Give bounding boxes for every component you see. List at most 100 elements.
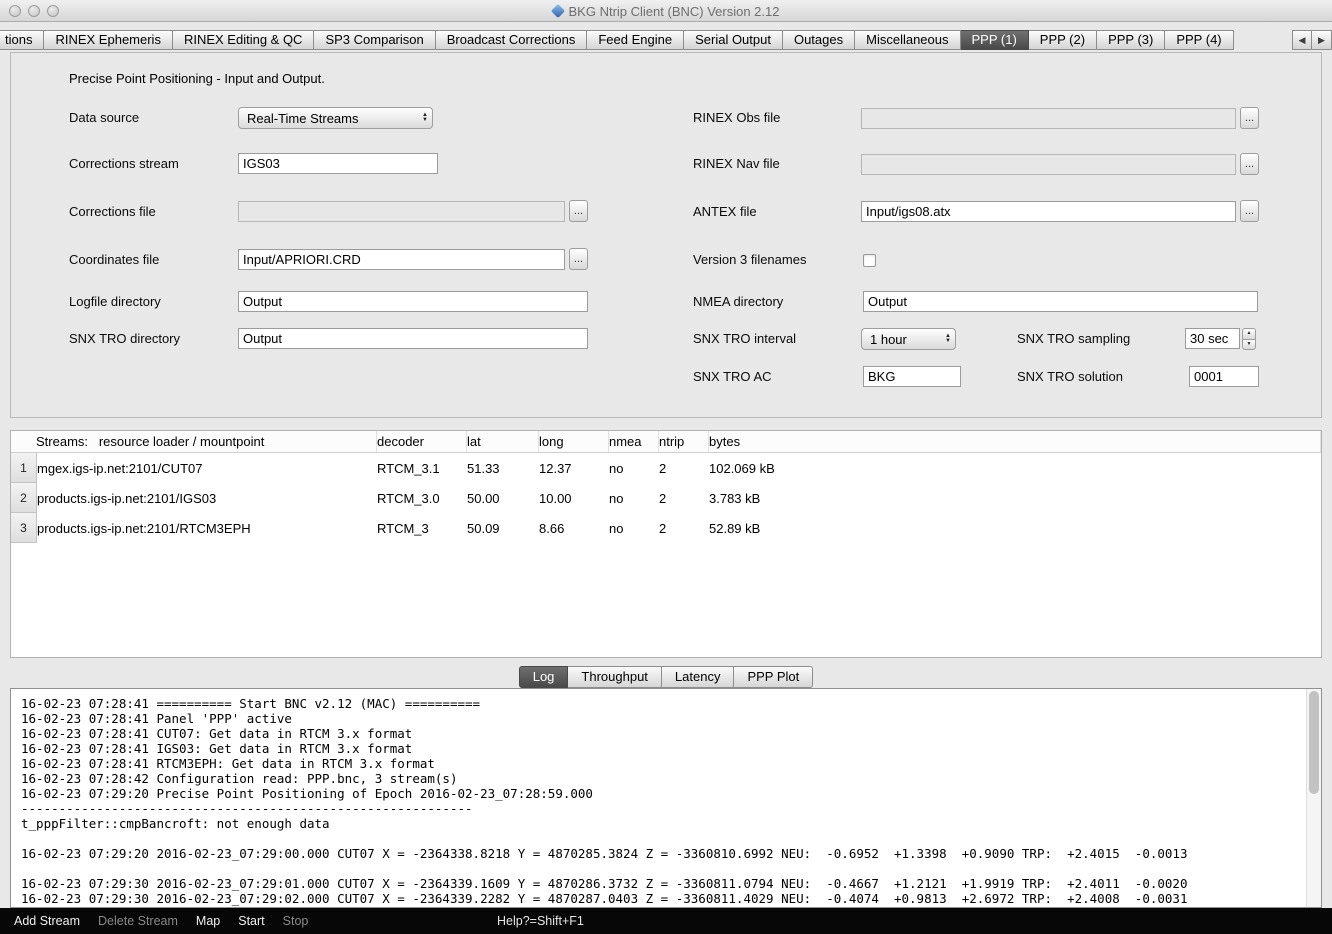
tab-ppp-4[interactable]: PPP (4) — [1165, 30, 1233, 50]
tab-outages[interactable]: Outages — [783, 30, 855, 50]
rinex-nav-browse-button[interactable]: ... — [1240, 153, 1259, 175]
header-mountpoint: Streams: resource loader / mountpoint — [11, 431, 377, 452]
minimize-button[interactable] — [28, 5, 40, 17]
row-number: 3 — [11, 513, 37, 543]
window-titlebar: BKG Ntrip Client (BNC) Version 2.12 — [0, 0, 1332, 22]
snx-tro-ac-label: SNX TRO AC — [693, 369, 772, 384]
rinex-nav-file-label: RINEX Nav file — [693, 156, 780, 171]
scroll-right-icon: ▶ — [1318, 35, 1325, 45]
cell-mountpoint: mgex.igs-ip.net:2101/CUT07 — [37, 461, 377, 476]
cell-bytes: 52.89 kB — [709, 521, 1321, 536]
antex-browse-button[interactable]: ... — [1240, 200, 1259, 222]
rinex-obs-browse-button[interactable]: ... — [1240, 107, 1259, 129]
map-button[interactable]: Map — [196, 914, 220, 928]
cell-decoder: RTCM_3 — [377, 521, 467, 536]
cell-nmea: no — [609, 521, 659, 536]
header-nmea: nmea — [609, 431, 659, 452]
rinex-nav-file-input[interactable] — [861, 154, 1236, 175]
stepper-down-icon[interactable]: ▼ — [1242, 339, 1256, 351]
cell-lat: 50.00 — [467, 491, 539, 506]
log-line: 16-02-23 07:29:20 2016-02-23_07:29:00.00… — [21, 846, 1299, 861]
tab-rinex-editing-qc[interactable]: RINEX Editing & QC — [173, 30, 315, 50]
log-line — [21, 831, 1299, 846]
stepper-up-icon[interactable]: ▲ — [1242, 328, 1256, 339]
stream-row[interactable]: 1 mgex.igs-ip.net:2101/CUT07 RTCM_3.1 51… — [11, 453, 1321, 483]
log-output: 16-02-23 07:28:41 ========== Start BNC v… — [10, 688, 1322, 908]
snx-tro-interval-select[interactable]: 1 hour ▲▼ — [861, 328, 956, 350]
tab-scroll-right-button[interactable]: ▶ — [1312, 30, 1332, 50]
snx-tro-ac-input[interactable] — [863, 366, 961, 387]
start-button[interactable]: Start — [238, 914, 264, 928]
header-long: long — [539, 431, 609, 452]
cell-long: 12.37 — [539, 461, 609, 476]
chevron-up-down-icon: ▲▼ — [418, 113, 432, 123]
delete-stream-button[interactable]: Delete Stream — [98, 914, 178, 928]
snx-tro-sampling-input[interactable] — [1185, 328, 1240, 349]
cell-ntrip: 2 — [659, 461, 709, 476]
header-bytes: bytes — [709, 431, 1321, 452]
cell-mountpoint: products.igs-ip.net:2101/RTCM3EPH — [37, 521, 377, 536]
coordinates-file-browse-button[interactable]: ... — [569, 248, 588, 270]
cell-long: 10.00 — [539, 491, 609, 506]
chevron-up-down-icon: ▲▼ — [941, 334, 955, 344]
data-source-value: Real-Time Streams — [247, 111, 358, 126]
rinex-obs-file-input[interactable] — [861, 108, 1236, 129]
version3-checkbox[interactable] — [863, 254, 876, 267]
antex-file-input[interactable] — [861, 201, 1236, 222]
log-tab-log[interactable]: Log — [519, 666, 569, 688]
snx-tro-directory-label: SNX TRO directory — [69, 331, 180, 346]
data-source-select[interactable]: Real-Time Streams ▲▼ — [238, 107, 433, 129]
data-source-label: Data source — [69, 110, 139, 125]
log-line: ----------------------------------------… — [21, 801, 1299, 816]
cell-nmea: no — [609, 461, 659, 476]
tab-ppp-2[interactable]: PPP (2) — [1029, 30, 1097, 50]
log-line: 16-02-23 07:28:41 CUT07: Get data in RTC… — [21, 726, 1299, 741]
nmea-directory-input[interactable] — [863, 291, 1258, 312]
rinex-obs-file-label: RINEX Obs file — [693, 110, 780, 125]
tab-tions-partial[interactable]: tions — [0, 30, 44, 50]
row-number: 2 — [11, 483, 37, 513]
tab-miscellaneous[interactable]: Miscellaneous — [855, 30, 960, 50]
header-decoder: decoder — [377, 431, 467, 452]
coordinates-file-input[interactable] — [238, 249, 565, 270]
log-line: 16-02-23 07:28:42 Configuration read: PP… — [21, 771, 1299, 786]
zoom-button[interactable] — [47, 5, 59, 17]
tab-ppp-1[interactable]: PPP (1) — [961, 30, 1029, 50]
tab-feed-engine[interactable]: Feed Engine — [587, 30, 684, 50]
log-tab-throughput[interactable]: Throughput — [568, 666, 662, 688]
corrections-file-label: Corrections file — [69, 204, 156, 219]
antex-file-label: ANTEX file — [693, 204, 757, 219]
corrections-file-browse-button[interactable]: ... — [569, 200, 588, 222]
cell-bytes: 102.069 kB — [709, 461, 1321, 476]
tab-broadcast-corrections[interactable]: Broadcast Corrections — [436, 30, 588, 50]
log-line: 16-02-23 07:28:41 Panel 'PPP' active — [21, 711, 1299, 726]
tab-rinex-ephemeris[interactable]: RINEX Ephemeris — [44, 30, 172, 50]
corrections-file-input[interactable] — [238, 201, 565, 222]
log-tab-latency[interactable]: Latency — [662, 666, 735, 688]
scroll-left-icon: ◀ — [1299, 35, 1306, 45]
close-button[interactable] — [9, 5, 21, 17]
tab-serial-output[interactable]: Serial Output — [684, 30, 783, 50]
log-line — [21, 861, 1299, 876]
cell-ntrip: 2 — [659, 521, 709, 536]
corrections-stream-input[interactable] — [238, 153, 438, 174]
tab-ppp-3[interactable]: PPP (3) — [1097, 30, 1165, 50]
snx-tro-sampling-stepper[interactable]: ▲ ▼ — [1242, 328, 1256, 350]
log-tab-ppp-plot[interactable]: PPP Plot — [734, 666, 813, 688]
panel-heading: Precise Point Positioning - Input and Ou… — [69, 71, 325, 86]
log-line: 16-02-23 07:29:20 Precise Point Position… — [21, 786, 1299, 801]
cell-ntrip: 2 — [659, 491, 709, 506]
tab-sp3-comparison[interactable]: SP3 Comparison — [314, 30, 435, 50]
stop-button[interactable]: Stop — [283, 914, 309, 928]
log-tab-bar: Log Throughput Latency PPP Plot — [0, 666, 1332, 688]
snx-tro-solution-input[interactable] — [1189, 366, 1259, 387]
logfile-directory-input[interactable] — [238, 291, 588, 312]
cell-decoder: RTCM_3.0 — [377, 491, 467, 506]
stream-row[interactable]: 2 products.igs-ip.net:2101/IGS03 RTCM_3.… — [11, 483, 1321, 513]
scrollbar-thumb[interactable] — [1309, 691, 1319, 794]
tab-scroll-left-button[interactable]: ◀ — [1292, 30, 1312, 50]
stream-row[interactable]: 3 products.igs-ip.net:2101/RTCM3EPH RTCM… — [11, 513, 1321, 543]
add-stream-button[interactable]: Add Stream — [14, 914, 80, 928]
log-scrollbar[interactable] — [1306, 689, 1321, 907]
snx-tro-directory-input[interactable] — [238, 328, 588, 349]
